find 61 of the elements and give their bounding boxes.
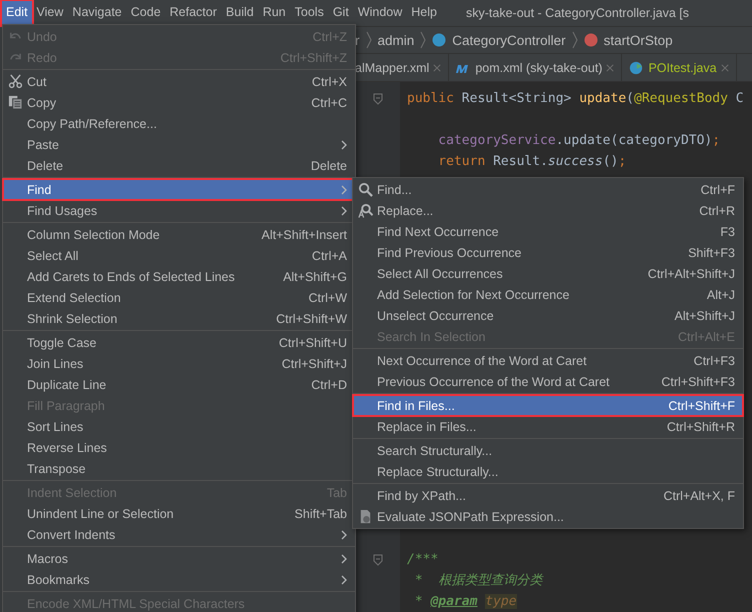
breadcrumb-item[interactable]: startOrStop: [604, 32, 673, 48]
menu-item[interactable]: Select All Ctrl+A: [3, 245, 355, 266]
menu-item[interactable]: Cut Ctrl+X: [3, 71, 355, 92]
menu-item[interactable]: Extend Selection Ctrl+W: [3, 287, 355, 308]
menu-item[interactable]: Copy Ctrl+C: [3, 92, 355, 113]
menu-item[interactable]: Unindent Line or Selection Shift+Tab: [3, 503, 355, 524]
menu-bar-item[interactable]: Navigate: [68, 1, 126, 25]
breadcrumb-item[interactable]: admin: [378, 32, 414, 48]
breadcrumb-item[interactable]: CategoryController: [452, 32, 566, 48]
menu-item[interactable]: Macros: [3, 548, 355, 569]
menu-bar-item[interactable]: View: [32, 1, 68, 25]
code-line: categoryService.update(categoryDTO);: [437, 133, 720, 148]
editor-tab[interactable]: POItest.java: [628, 54, 737, 81]
menu-item[interactable]: Find in Files... Ctrl+Shift+F: [353, 395, 743, 416]
menu-item[interactable]: Join Lines Ctrl+Shift+J: [3, 353, 355, 374]
menu-item[interactable]: Toggle Case Ctrl+Shift+U: [3, 332, 355, 353]
menu-item[interactable]: Replace in Files... Ctrl+Shift+R: [353, 416, 743, 437]
menu-bar-item[interactable]: Run: [258, 1, 290, 25]
breadcrumb-item[interactable]: r: [355, 32, 360, 48]
menu-item[interactable]: Shrink Selection Ctrl+Shift+W: [3, 308, 355, 329]
menu-item[interactable]: Bookmarks: [3, 569, 355, 590]
menu-item[interactable]: Replace... Ctrl+R: [353, 200, 743, 221]
menu-bar-item[interactable]: Tools: [290, 1, 328, 25]
menu-item[interactable]: Sort Lines: [3, 416, 355, 437]
menu-bar-item[interactable]: Help: [407, 1, 441, 25]
menu-item[interactable]: Select All Occurrences Ctrl+Alt+Shift+J: [353, 263, 743, 284]
menu-item[interactable]: Add Carets to Ends of Selected Lines Alt+Shift+G: [3, 266, 355, 287]
menu-item[interactable]: Delete Delete: [3, 155, 355, 176]
menu-item[interactable]: Transpose: [3, 458, 355, 479]
menu-item[interactable]: Unselect Occurrence Alt+Shift+J: [353, 305, 743, 326]
menu-item[interactable]: Copy Path/Reference...: [3, 113, 355, 134]
menu-item[interactable]: Find... Ctrl+F: [353, 179, 743, 200]
code-line: return Result.success();: [437, 154, 626, 169]
menu-item[interactable]: Next Occurrence of the Word at Caret Ctrl+F3: [353, 350, 743, 371]
menu-item[interactable]: Find Previous Occurrence Shift+F3: [353, 242, 743, 263]
menu-bar-item[interactable]: Refactor: [166, 1, 221, 25]
menu-item[interactable]: Previous Occurrence of the Word at Caret Ctrl+Shift+F3: [353, 371, 743, 392]
menu-item[interactable]: Find by XPath... Ctrl+Alt+X, F: [353, 485, 743, 506]
menu-item[interactable]: Convert Indents: [3, 524, 355, 545]
menu-item[interactable]: Column Selection Mode Alt+Shift+Insert: [3, 224, 355, 245]
menu-item[interactable]: Find Usages: [3, 200, 355, 221]
code-line: * @param type: [414, 594, 517, 609]
menu-bar-item[interactable]: Git: [328, 1, 353, 25]
menu-bar-item[interactable]: Edit: [2, 1, 32, 25]
menu-item[interactable]: Evaluate JSONPath Expression...: [353, 506, 743, 527]
menu-bar-item[interactable]: Code: [126, 1, 165, 25]
code-line: /***: [407, 552, 438, 567]
menu-item[interactable]: Find: [3, 179, 355, 200]
menu-bar-item[interactable]: Window: [354, 1, 406, 25]
code-line: public Result<String> update(@RequestBody C: [407, 91, 744, 106]
menu-bar-item[interactable]: Build: [222, 1, 258, 25]
menu-item[interactable]: Reverse Lines: [3, 437, 355, 458]
menu-item[interactable]: Duplicate Line Ctrl+D: [3, 374, 355, 395]
window-title: sky-take-out - CategoryController.java [s: [466, 6, 690, 20]
menu-item[interactable]: Add Selection for Next Occurrence Alt+J: [353, 284, 743, 305]
menu-item[interactable]: Paste: [3, 134, 355, 155]
code-line: * 根据类型查询分类: [414, 573, 542, 588]
editor-tab[interactable]: pom.xml (sky-take-out): [455, 54, 622, 81]
menu-item[interactable]: Find Next Occurrence F3: [353, 221, 743, 242]
menu-item[interactable]: Replace Structurally...: [353, 461, 743, 482]
menu-item[interactable]: Search Structurally...: [353, 440, 743, 461]
